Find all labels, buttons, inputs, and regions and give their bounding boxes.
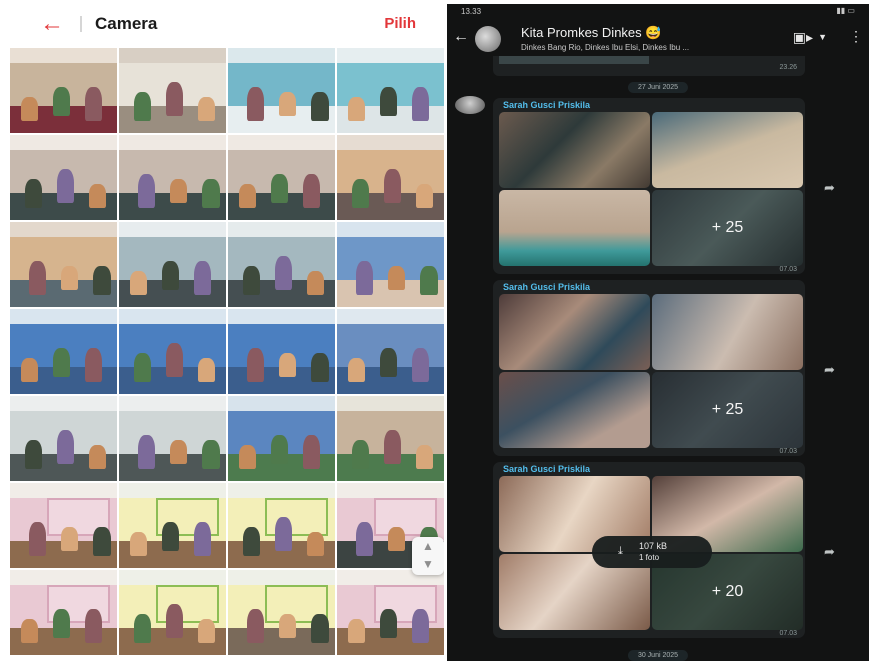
previous-message[interactable]: 23.26 — [493, 56, 805, 76]
more-photos-count[interactable]: + 25 — [652, 372, 803, 448]
scroll-handle-icon[interactable]: ▲ ▼ — [412, 537, 444, 575]
photo-thumb[interactable] — [499, 190, 650, 266]
forward-icon[interactable]: ➦ — [824, 180, 835, 196]
gallery-photo[interactable] — [337, 309, 444, 394]
pick-button[interactable]: Pilih — [384, 15, 416, 32]
gallery-photo[interactable] — [337, 396, 444, 481]
forward-icon[interactable]: ➦ — [824, 544, 835, 560]
message-time: 07.03 — [779, 266, 797, 273]
gallery-title: Camera — [95, 14, 158, 33]
photo-thumb[interactable] — [499, 372, 650, 448]
photo-thumb[interactable] — [499, 112, 650, 188]
more-photos-count[interactable]: + 25 — [652, 190, 803, 266]
gallery-photo[interactable] — [10, 309, 117, 394]
gallery-photo[interactable] — [228, 309, 335, 394]
gallery-photo[interactable] — [10, 570, 117, 655]
gallery-photo[interactable] — [228, 222, 335, 307]
download-count: 1 foto — [639, 553, 660, 562]
chat-title[interactable]: Kita Promkes Dinkes 😅 — [521, 25, 661, 41]
photo-thumb[interactable]: + 25 — [652, 190, 803, 266]
status-bar: 13.33 ▮▮ ▭ — [447, 4, 869, 18]
gallery-photo[interactable] — [337, 135, 444, 220]
message-bubble[interactable]: Sarah Gusci Priskila + 25 07.03 — [493, 98, 805, 274]
gallery-photo[interactable] — [228, 570, 335, 655]
sender-name[interactable]: Sarah Gusci Priskila — [503, 100, 590, 110]
date-separator: 27 Juni 2025 — [627, 82, 689, 93]
more-menu-icon[interactable]: ⋮ — [849, 28, 863, 45]
chat-panel: 13.33 ▮▮ ▭ ← Kita Promkes Dinkes 😅 Dinke… — [447, 4, 869, 661]
previous-photo — [499, 56, 649, 64]
download-icon: ⤓ — [618, 545, 623, 557]
message-time: 23.26 — [779, 64, 797, 71]
photo-thumb[interactable]: + 25 — [652, 372, 803, 448]
gallery-photo[interactable] — [228, 483, 335, 568]
gallery-panel: ← Camera Pilih ▲ ▼ — [0, 0, 444, 661]
gallery-photo[interactable] — [119, 309, 226, 394]
gallery-photo[interactable] — [337, 570, 444, 655]
sender-avatar[interactable] — [455, 96, 485, 114]
chat-header: ← Kita Promkes Dinkes 😅 Dinkes Bang Rio,… — [447, 18, 869, 56]
header-divider — [80, 16, 82, 32]
gallery-photo[interactable] — [337, 48, 444, 133]
gallery-photo[interactable] — [119, 48, 226, 133]
gallery-photo[interactable] — [119, 135, 226, 220]
message-time: 07.03 — [779, 630, 797, 637]
gallery-photo[interactable] — [119, 483, 226, 568]
photo-grid — [10, 48, 444, 655]
back-arrow-icon[interactable]: ← — [40, 10, 64, 38]
photo-thumb[interactable] — [652, 294, 803, 370]
gallery-photo[interactable] — [119, 222, 226, 307]
gallery-photo[interactable] — [10, 483, 117, 568]
gallery-photo[interactable] — [10, 222, 117, 307]
gallery-photo[interactable] — [337, 222, 444, 307]
photo-thumb[interactable] — [499, 294, 650, 370]
battery-icon: ▮▮ ▭ — [836, 6, 855, 15]
gallery-photo[interactable] — [119, 396, 226, 481]
chevron-down-icon[interactable]: ▼ — [818, 32, 827, 42]
gallery-photo[interactable] — [228, 396, 335, 481]
download-button[interactable]: ⤓ 107 kB 1 foto — [592, 536, 712, 568]
gallery-photo[interactable] — [10, 135, 117, 220]
message-time: 07.03 — [779, 448, 797, 455]
gallery-photo[interactable] — [228, 135, 335, 220]
gallery-photo[interactable] — [10, 396, 117, 481]
chat-subtitle[interactable]: Dinkes Bang Rio, Dinkes Ibu Elsi, Dinkes… — [521, 43, 689, 52]
back-arrow-icon[interactable]: ← — [453, 28, 469, 46]
gallery-header: ← Camera Pilih — [0, 0, 444, 48]
photo-thumb[interactable] — [652, 112, 803, 188]
sender-name[interactable]: Sarah Gusci Priskila — [503, 464, 590, 474]
download-size: 107 kB — [639, 541, 668, 551]
sender-name[interactable]: Sarah Gusci Priskila — [503, 282, 590, 292]
gallery-photo[interactable] — [10, 48, 117, 133]
date-separator: 30 Juni 2025 — [627, 650, 689, 661]
gallery-photo[interactable] — [119, 570, 226, 655]
forward-icon[interactable]: ➦ — [824, 362, 835, 378]
group-avatar[interactable] — [475, 26, 501, 52]
video-call-icon[interactable]: ▣▸ — [793, 29, 813, 46]
status-time: 13.33 — [461, 7, 482, 16]
gallery-photo[interactable] — [228, 48, 335, 133]
message-bubble[interactable]: Sarah Gusci Priskila + 25 07.03 — [493, 280, 805, 456]
